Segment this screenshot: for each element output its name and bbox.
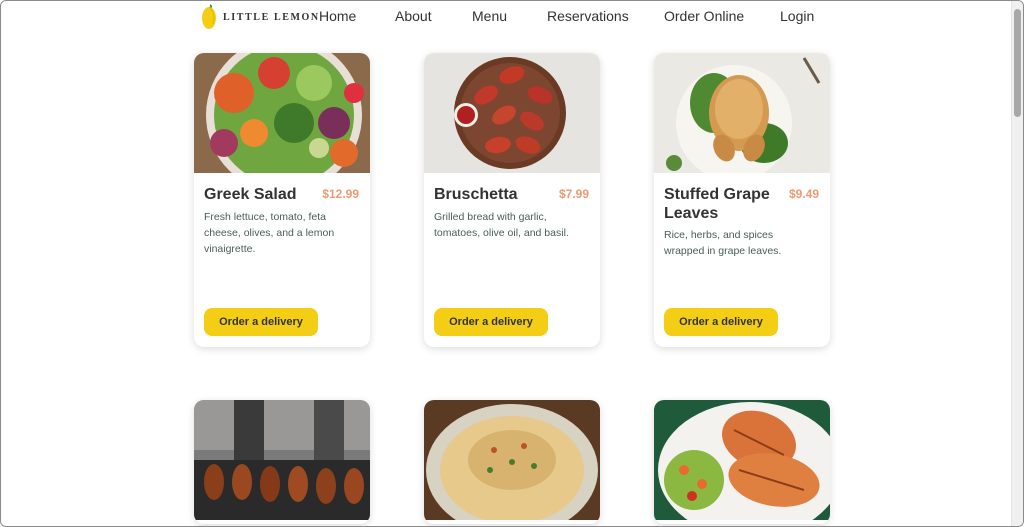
card-description: Grilled bread with garlic, tomatoes, oli… bbox=[434, 211, 569, 239]
order-delivery-button[interactable]: Order a delivery bbox=[204, 308, 318, 336]
nav-link-home[interactable]: Home bbox=[319, 8, 356, 24]
card-body: Greek Salad $12.99 Fresh lettuce, tomato… bbox=[194, 173, 370, 347]
grilled-chicken-photo bbox=[654, 400, 830, 520]
scrollbar-thumb[interactable] bbox=[1014, 9, 1021, 117]
card-title: Bruschetta bbox=[434, 186, 518, 203]
greek-salad-photo bbox=[194, 53, 370, 173]
card-price: $12.99 bbox=[322, 187, 359, 201]
grilled-skewers-photo bbox=[194, 400, 370, 520]
hummus-photo bbox=[424, 400, 600, 520]
order-delivery-button[interactable]: Order a delivery bbox=[664, 308, 778, 336]
brand-logo[interactable]: LITTLE LEMON bbox=[201, 3, 320, 31]
nav-link-menu[interactable]: Menu bbox=[472, 8, 507, 24]
card-title: Stuffed Grape Leaves bbox=[664, 186, 770, 222]
menu-card-greek-salad: Greek Salad $12.99 Fresh lettuce, tomato… bbox=[194, 53, 370, 347]
card-body: Bruschetta $7.99 Grilled bread with garl… bbox=[424, 173, 600, 347]
card-price: $7.99 bbox=[558, 187, 589, 201]
menu-card-grilled-chicken bbox=[654, 400, 830, 524]
card-title: Greek Salad bbox=[204, 186, 297, 203]
card-body: Stuffed Grape Leaves $9.49 Rice, herbs, … bbox=[654, 173, 830, 347]
bruschetta-photo bbox=[424, 53, 600, 173]
menu-card-stuffed-grape-leaves: Stuffed Grape Leaves $9.49 Rice, herbs, … bbox=[654, 53, 830, 347]
order-delivery-button[interactable]: Order a delivery bbox=[434, 308, 548, 336]
roast-chicken-photo bbox=[654, 53, 830, 173]
brand-name: LITTLE LEMON bbox=[223, 11, 320, 23]
nav-link-login[interactable]: Login bbox=[780, 8, 814, 24]
browser-viewport: LITTLE LEMON Home About Menu Reservation… bbox=[0, 0, 1024, 527]
top-navigation: LITTLE LEMON Home About Menu Reservation… bbox=[1, 1, 1013, 33]
nav-link-about[interactable]: About bbox=[395, 8, 432, 24]
nav-link-order-online[interactable]: Order Online bbox=[664, 8, 744, 24]
lemon-icon bbox=[202, 4, 216, 29]
menu-card-hummus bbox=[424, 400, 600, 524]
menu-card-bruschetta: Bruschetta $7.99 Grilled bread with garl… bbox=[424, 53, 600, 347]
vertical-scrollbar[interactable] bbox=[1011, 1, 1023, 526]
card-price: $9.49 bbox=[788, 187, 819, 201]
nav-link-reservations[interactable]: Reservations bbox=[547, 8, 629, 24]
card-description: Fresh lettuce, tomato, feta cheese, oliv… bbox=[204, 211, 335, 255]
card-description: Rice, herbs, and spices wrapped in grape… bbox=[664, 229, 782, 257]
menu-card-grilled-skewers bbox=[194, 400, 370, 524]
